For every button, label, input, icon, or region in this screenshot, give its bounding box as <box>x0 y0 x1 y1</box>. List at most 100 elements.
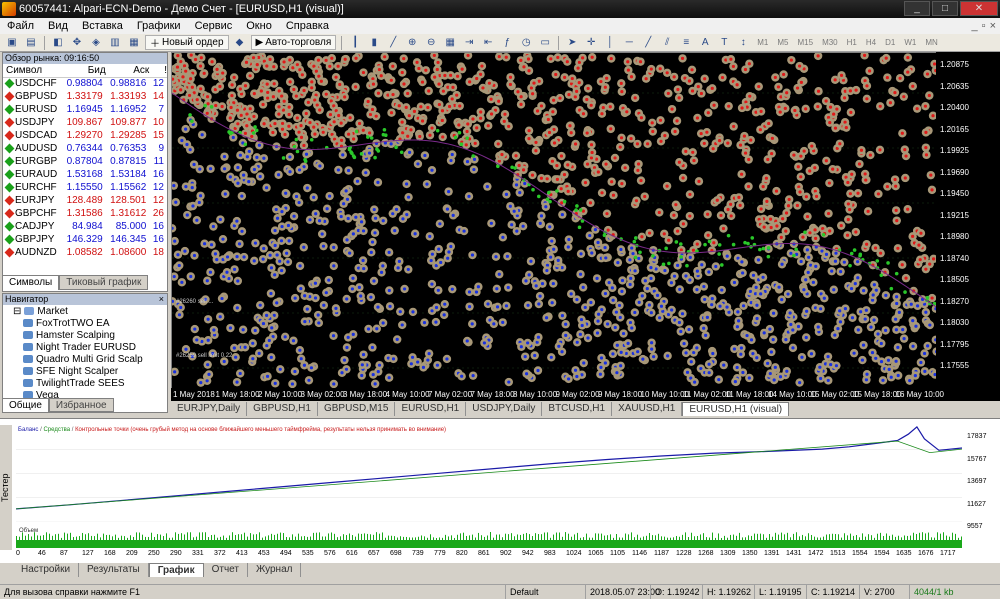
symbol-row[interactable]: AUDUSD 0.76344 0.76353 9 <box>3 142 167 155</box>
menu-insert[interactable]: Вставка <box>75 20 130 32</box>
chart-tab[interactable]: GBPUSD,H1 <box>247 402 318 416</box>
tab-common[interactable]: Общие <box>2 398 49 412</box>
tree-item-ea[interactable]: Hamster Scalping <box>23 329 167 341</box>
zoom-out-icon[interactable]: ⊖ <box>423 36 439 50</box>
menu-view[interactable]: Вид <box>41 20 75 32</box>
tab-settings[interactable]: Настройки <box>13 563 80 577</box>
tester-icon[interactable]: ▦ <box>126 36 142 50</box>
chart-tab[interactable]: USDJPY,Daily <box>466 402 543 416</box>
symbol-row[interactable]: EURAUD 1.53168 1.53184 16 <box>3 168 167 181</box>
fibonacci-icon[interactable]: ≡ <box>678 36 694 50</box>
symbol-row[interactable]: AUDNZD 1.08582 1.08600 18 <box>3 246 167 259</box>
maximize-button[interactable]: □ <box>932 1 958 16</box>
mdi-restore-icon[interactable]: ▫ <box>982 20 986 32</box>
crosshair-icon[interactable]: ✛ <box>583 36 599 50</box>
trendline-icon[interactable]: ╱ <box>640 36 656 50</box>
symbol-row[interactable]: GBPCHF 1.31586 1.31612 26 <box>3 207 167 220</box>
timeframe-h1[interactable]: H1 <box>844 38 860 47</box>
timeframe-m1[interactable]: M1 <box>754 38 771 47</box>
tab-graph[interactable]: График <box>148 563 204 577</box>
chart-tab[interactable]: EURUSD,H1 <box>395 402 467 416</box>
horizontal-line-icon[interactable]: ─ <box>621 36 637 50</box>
tab-report[interactable]: Отчет <box>204 563 248 577</box>
indicators-icon[interactable]: ƒ <box>499 36 515 50</box>
menu-file[interactable]: Файл <box>0 20 41 32</box>
timeframe-h4[interactable]: H4 <box>863 38 879 47</box>
autoscroll-icon[interactable]: ⇥ <box>461 36 477 50</box>
timeframe-mn[interactable]: MN <box>922 38 940 47</box>
chart-shift-icon[interactable]: ⇤ <box>480 36 496 50</box>
zoom-in-icon[interactable]: ⊕ <box>404 36 420 50</box>
periods-icon[interactable]: ◷ <box>518 36 534 50</box>
chart-tab[interactable]: XAUUSD,H1 <box>612 402 683 416</box>
main-chart[interactable]: #26260 sell ... #26259 sell limit 0.22 <box>167 50 964 389</box>
text-label-icon[interactable]: T <box>716 36 732 50</box>
order-arrow <box>245 124 249 128</box>
chart-tab[interactable]: EURJPY,Daily <box>171 402 248 416</box>
data-window-icon[interactable]: ✥ <box>69 36 85 50</box>
terminal-icon[interactable]: ▥ <box>107 36 123 50</box>
equidistant-channel-icon[interactable]: ⫽ <box>659 36 675 50</box>
symbol-row[interactable]: GBPJPY 146.329 146.345 16 <box>3 233 167 246</box>
price-chart-canvas[interactable] <box>167 50 941 389</box>
new-order-button[interactable]: ＋ Новый ордер <box>145 35 229 50</box>
candles-icon[interactable]: ▮ <box>366 36 382 50</box>
tree-node-market[interactable]: ⊟ Market <box>13 305 167 317</box>
close-icon[interactable]: × <box>159 294 167 305</box>
menu-charts[interactable]: Графики <box>130 20 188 32</box>
mdi-close-icon[interactable]: × <box>990 20 996 32</box>
chart-tab[interactable]: BTCUSD,H1 <box>542 402 613 416</box>
market-watch-icon[interactable]: ◧ <box>50 36 66 50</box>
profiles-icon[interactable]: ▤ <box>23 36 39 50</box>
tab-tick-chart[interactable]: Тиковый график <box>59 275 149 290</box>
symbol-row[interactable]: EURJPY 128.489 128.501 12 <box>3 194 167 207</box>
bar-chart-icon[interactable]: ┃ <box>347 36 363 50</box>
tab-symbols[interactable]: Символы <box>2 275 60 290</box>
minimize-button[interactable]: _ <box>904 1 930 16</box>
expand-icon[interactable]: ⊟ <box>13 306 21 317</box>
menu-help[interactable]: Справка <box>279 20 336 32</box>
meta-editor-icon[interactable]: ◆ <box>232 36 248 50</box>
chart-tab[interactable]: GBPUSD,M15 <box>318 402 396 416</box>
text-icon[interactable]: A <box>697 36 713 50</box>
symbol-row[interactable]: USDJPY 109.867 109.877 10 <box>3 116 167 129</box>
new-chart-icon[interactable]: ▣ <box>4 36 20 50</box>
line-chart-icon[interactable]: ╱ <box>385 36 401 50</box>
autotrading-button[interactable]: ▶ Авто-торговля <box>250 35 337 50</box>
close-button[interactable]: ✕ <box>960 1 998 16</box>
menu-window[interactable]: Окно <box>239 20 279 32</box>
tab-favorites[interactable]: Избранное <box>48 398 114 412</box>
tree-item-ea[interactable]: TwilightTrade SEES <box>23 377 167 389</box>
arrows-icon[interactable]: ↕ <box>735 36 751 50</box>
menu-tools[interactable]: Сервис <box>188 20 240 32</box>
symbol-row[interactable]: EURUSD 1.16945 1.16952 7 <box>3 103 167 116</box>
column-bid[interactable]: Бид <box>62 64 106 78</box>
symbol-row[interactable]: EURCHF 1.15550 1.15562 12 <box>3 181 167 194</box>
timeframe-m5[interactable]: M5 <box>774 38 791 47</box>
tree-item-ea[interactable]: Quadro Multi Grid Scalp <box>23 353 167 365</box>
symbol-row[interactable]: GBPUSD 1.33179 1.33193 14 <box>3 90 167 103</box>
column-ask[interactable]: Аск <box>105 64 150 78</box>
tile-windows-icon[interactable]: ▦ <box>442 36 458 50</box>
timeframe-w1[interactable]: W1 <box>901 38 919 47</box>
symbol-row[interactable]: EURGBP 0.87804 0.87815 11 <box>3 155 167 168</box>
symbol-row[interactable]: CADJPY 84.984 85.000 16 <box>3 220 167 233</box>
chart-tab[interactable]: EURUSD,H1 (visual) <box>682 402 790 416</box>
tree-item-ea[interactable]: FoxTrotTWO EA <box>23 317 167 329</box>
tree-item-ea[interactable]: SFE Night Scalper <box>23 365 167 377</box>
mdi-minimize-icon[interactable]: _ <box>972 20 978 32</box>
symbol-row[interactable]: USDCHF 0.98804 0.98816 12 <box>3 77 167 90</box>
column-symbol[interactable]: Символ <box>3 64 63 78</box>
timeframe-m15[interactable]: M15 <box>795 38 817 47</box>
templates-icon[interactable]: ▭ <box>537 36 553 50</box>
column-spread[interactable]: ! <box>149 64 167 78</box>
tab-journal[interactable]: Журнал <box>248 563 302 577</box>
timeframe-d1[interactable]: D1 <box>882 38 898 47</box>
cursor-icon[interactable]: ➤ <box>564 36 580 50</box>
tab-results[interactable]: Результаты <box>79 563 149 577</box>
timeframe-m30[interactable]: M30 <box>819 38 841 47</box>
tree-item-ea[interactable]: Night Trader EURUSD <box>23 341 167 353</box>
symbol-row[interactable]: USDCAD 1.29270 1.29285 15 <box>3 129 167 142</box>
vertical-line-icon[interactable]: │ <box>602 36 618 50</box>
navigator-icon[interactable]: ◈ <box>88 36 104 50</box>
